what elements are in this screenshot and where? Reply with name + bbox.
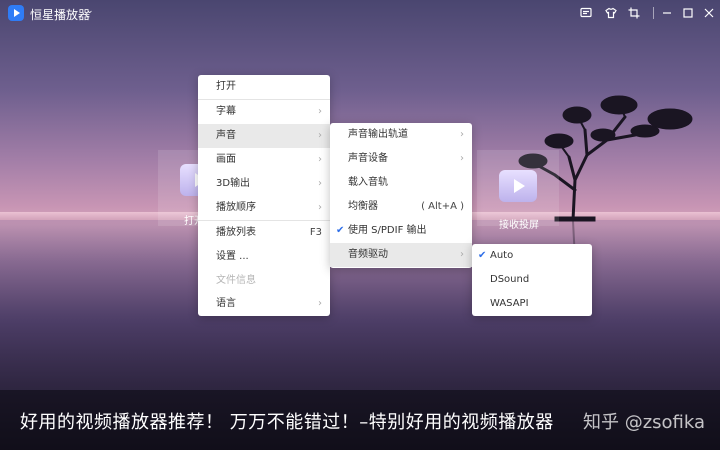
menu-item-label: WASAPI — [490, 298, 529, 309]
chevron-right-icon: › — [318, 178, 322, 189]
receive-cast-label: 接收投屏 — [499, 220, 539, 231]
menu-item-driver-wasapi[interactable]: WASAPI — [472, 292, 592, 316]
menu-item-label: DSound — [490, 274, 530, 285]
menu-item-open[interactable]: 打开 — [198, 75, 330, 99]
audio-driver-submenu: ✔ Auto DSound WASAPI — [472, 244, 592, 316]
minimize-icon[interactable] — [659, 5, 675, 21]
menu-item-language[interactable]: 语言 › — [198, 292, 330, 316]
menu-item-label: 字幕 — [216, 106, 236, 117]
menu-item-label: 设置 ... — [216, 251, 249, 262]
context-menu: 打开 字幕 › 声音 › 画面 › 3D输出 › 播放顺序 › 播放列表 F3 … — [198, 75, 330, 316]
chevron-right-icon: › — [318, 202, 322, 213]
app-title[interactable]: 恒星播放器 — [30, 6, 90, 23]
menu-item-label: 使用 S/PDIF 输出 — [348, 225, 427, 236]
article-caption: 好用的视频播放器推荐！ 万万不能错过！–特别好用的视频播放器 — [20, 412, 554, 433]
chevron-right-icon: › — [460, 129, 464, 140]
title-bar: 恒星播放器 ⌄ — [0, 0, 720, 26]
menu-item-sound[interactable]: 声音 › — [198, 124, 330, 148]
menu-item-driver-dsound[interactable]: DSound — [472, 268, 592, 292]
menu-item-label: 载入音轨 — [348, 177, 388, 188]
menu-item-label: 画面 — [216, 154, 236, 165]
maximize-icon[interactable] — [680, 5, 696, 21]
close-icon[interactable] — [701, 5, 717, 21]
menu-item-subtitle[interactable]: 字幕 › — [198, 100, 330, 124]
menu-item-picture[interactable]: 画面 › — [198, 148, 330, 172]
menu-item-driver-auto[interactable]: ✔ Auto — [472, 244, 592, 268]
menu-item-load-audio[interactable]: 载入音轨 — [330, 171, 472, 195]
skin-shirt-icon[interactable] — [603, 5, 619, 21]
menu-item-label: 打开 — [216, 81, 236, 92]
checkmark-icon: ✔ — [478, 250, 487, 261]
chevron-right-icon: › — [460, 249, 464, 260]
menu-item-file-info: 文件信息 — [198, 269, 330, 293]
menu-item-label: 3D输出 — [216, 178, 251, 189]
chevron-right-icon: › — [318, 130, 322, 141]
crop-icon[interactable] — [626, 5, 642, 21]
feedback-icon[interactable] — [578, 5, 594, 21]
menu-item-playlist[interactable]: 播放列表 F3 — [198, 221, 330, 245]
chevron-right-icon: › — [318, 154, 322, 165]
chevron-down-icon[interactable]: ⌄ — [86, 6, 94, 16]
sound-submenu: 声音输出轨道 › 声音设备 › 载入音轨 均衡器 ( Alt+A ) ✔ 使用 … — [330, 123, 472, 268]
menu-item-audio-device[interactable]: 声音设备 › — [330, 147, 472, 171]
menu-item-label: 播放顺序 — [216, 202, 256, 213]
chevron-right-icon: › — [460, 153, 464, 164]
menu-item-label: 声音设备 — [348, 153, 388, 164]
title-separator — [653, 7, 654, 19]
menu-item-audio-driver[interactable]: 音频驱动 › — [330, 243, 472, 267]
watermark: 知乎 @zsofika — [583, 412, 706, 433]
menu-item-spdif[interactable]: ✔ 使用 S/PDIF 输出 — [330, 219, 472, 243]
menu-item-label: 音频驱动 — [348, 249, 388, 260]
menu-item-play-order[interactable]: 播放顺序 › — [198, 196, 330, 220]
chevron-right-icon: › — [318, 298, 322, 309]
menu-item-label: 文件信息 — [216, 275, 256, 286]
menu-item-audio-track[interactable]: 声音输出轨道 › — [330, 123, 472, 147]
chevron-right-icon: › — [318, 106, 322, 117]
menu-shortcut: F3 — [309, 227, 322, 238]
menu-item-label: 声音 — [216, 130, 236, 141]
cast-play-icon — [499, 170, 537, 202]
menu-item-label: 均衡器 — [348, 201, 378, 212]
menu-item-label: Auto — [490, 250, 514, 261]
menu-item-3d-output[interactable]: 3D输出 › — [198, 172, 330, 196]
menu-item-settings[interactable]: 设置 ... — [198, 245, 330, 269]
menu-item-label: 声音输出轨道 — [348, 129, 408, 140]
menu-shortcut: ( Alt+A ) — [421, 201, 464, 212]
menu-item-label: 语言 — [216, 298, 236, 309]
checkmark-icon: ✔ — [336, 225, 345, 236]
menu-item-equalizer[interactable]: 均衡器 ( Alt+A ) — [330, 195, 472, 219]
receive-cast-tile[interactable]: 接收投屏 — [477, 150, 559, 231]
app-logo-icon — [8, 5, 24, 21]
menu-item-label: 播放列表 — [216, 227, 256, 238]
